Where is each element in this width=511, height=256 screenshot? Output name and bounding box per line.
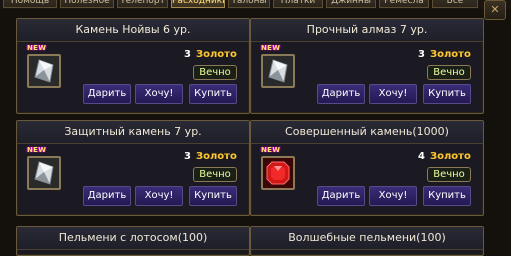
tab-useful[interactable]: Полезное xyxy=(60,0,114,8)
red-gem-icon xyxy=(263,158,293,188)
silver-crystal-icon xyxy=(34,59,54,83)
item-name: Защитный камень 7 ур. xyxy=(17,121,249,144)
tab-crafts[interactable]: Ремесла xyxy=(379,0,429,8)
shop-item-card: Прочный алмаз 7 ур. NEW 3 Золото Вечно Д… xyxy=(250,18,484,114)
gift-button[interactable]: Дарить xyxy=(317,84,365,104)
want-button[interactable]: Хочу! xyxy=(369,186,417,206)
buy-button[interactable]: Купить xyxy=(189,186,237,206)
shop-item-card: Волшебные пельмени(100) xyxy=(250,226,484,256)
want-button[interactable]: Хочу! xyxy=(135,84,183,104)
shop-item-card: Камень Нойвы 6 ур. NEW 3 Золото Вечно Да… xyxy=(16,18,250,114)
item-name: Волшебные пельмени(100) xyxy=(251,227,483,250)
tab-help[interactable]: Помощь xyxy=(3,0,57,8)
silver-crystal-icon xyxy=(34,161,54,185)
silver-crystal-icon xyxy=(268,59,288,83)
tab-consumables[interactable]: Расходники xyxy=(171,0,225,8)
item-currency: Золото xyxy=(196,151,237,162)
close-icon: ✕ xyxy=(490,3,500,16)
shop-item-card: Защитный камень 7 ур. NEW 3 Золото Вечно… xyxy=(16,120,250,216)
new-badge: NEW xyxy=(261,146,281,154)
new-badge: NEW xyxy=(27,146,47,154)
item-price: 3 xyxy=(184,151,191,162)
item-slot[interactable] xyxy=(261,156,295,190)
shop-item-card: Пельмени с лотосом(100) xyxy=(16,226,250,256)
item-slot[interactable] xyxy=(27,156,61,190)
tab-djinns[interactable]: Джинны xyxy=(326,0,376,8)
item-name: Пельмени с лотосом(100) xyxy=(17,227,249,250)
want-button[interactable]: Хочу! xyxy=(369,84,417,104)
tab-all[interactable]: Все xyxy=(432,0,478,8)
item-slot[interactable] xyxy=(27,54,61,88)
shop-item-card: Совершенный камень(1000) NEW 4 Золото Ве… xyxy=(250,120,484,216)
want-button[interactable]: Хочу! xyxy=(135,186,183,206)
item-price: 4 xyxy=(418,151,425,162)
close-button[interactable]: ✕ xyxy=(484,0,506,20)
item-currency: Золото xyxy=(196,49,237,60)
item-slot[interactable] xyxy=(261,54,295,88)
item-price: 3 xyxy=(184,49,191,60)
new-badge: NEW xyxy=(261,44,281,52)
tab-teleport[interactable]: Телепорт xyxy=(117,0,168,8)
category-tabs: Помощь Полезное Телепорт Расходники Тало… xyxy=(0,0,511,9)
buy-button[interactable]: Купить xyxy=(423,186,471,206)
gift-button[interactable]: Дарить xyxy=(83,84,131,104)
buy-button[interactable]: Купить xyxy=(423,84,471,104)
item-duration: Вечно xyxy=(427,167,471,182)
gift-button[interactable]: Дарить xyxy=(83,186,131,206)
item-price: 3 xyxy=(418,49,425,60)
item-duration: Вечно xyxy=(193,65,237,80)
item-currency: Золото xyxy=(430,151,471,162)
item-currency: Золото xyxy=(430,49,471,60)
item-name: Камень Нойвы 6 ур. xyxy=(17,19,249,42)
buy-button[interactable]: Купить xyxy=(189,84,237,104)
new-badge: NEW xyxy=(27,44,47,52)
gift-button[interactable]: Дарить xyxy=(317,186,365,206)
item-name: Совершенный камень(1000) xyxy=(251,121,483,144)
tab-coupons[interactable]: Талоны xyxy=(228,0,270,8)
tab-scarves[interactable]: Платки xyxy=(273,0,323,8)
item-name: Прочный алмаз 7 ур. xyxy=(251,19,483,42)
item-duration: Вечно xyxy=(427,65,471,80)
item-duration: Вечно xyxy=(193,167,237,182)
